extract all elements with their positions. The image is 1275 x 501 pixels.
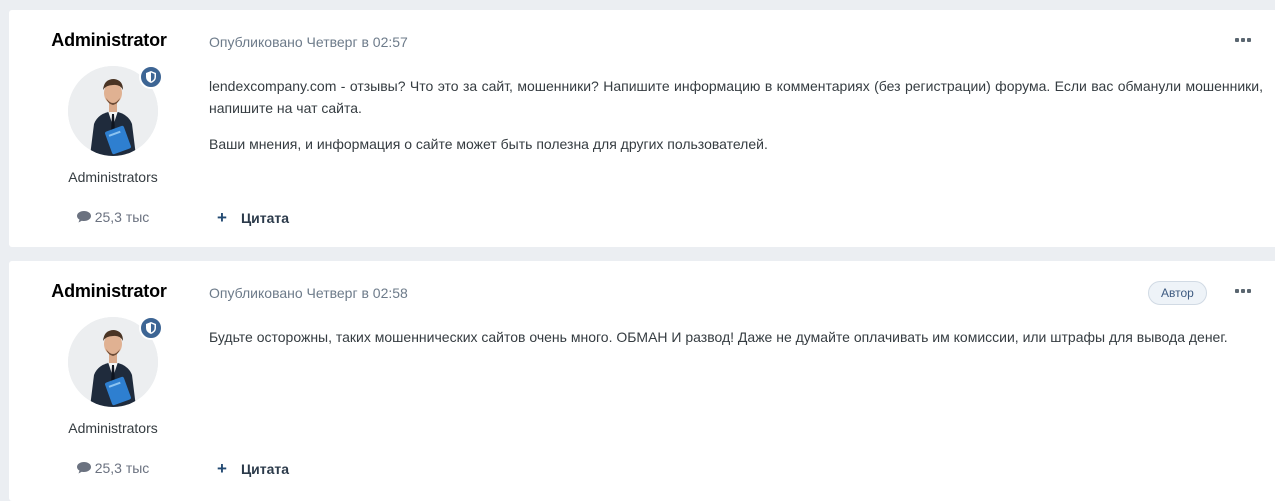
author-panel: Administrator Administrators 25,3 тыс bbox=[9, 261, 217, 501]
post-content: Будьте осторожны, таких мошеннических са… bbox=[209, 326, 1263, 362]
post-paragraph: lendexcompany.com - отзывы? Что это за с… bbox=[209, 78, 1263, 116]
post-paragraph: Ваши мнения, и информация о сайте может … bbox=[209, 136, 768, 152]
shield-icon bbox=[139, 65, 163, 89]
user-group: Administrators bbox=[68, 420, 158, 436]
speech-bubble-icon bbox=[76, 462, 91, 474]
post-count[interactable]: 25,3 тыс bbox=[9, 209, 217, 225]
shield-icon bbox=[139, 316, 163, 340]
post-count-value: 25,3 тыс bbox=[94, 460, 150, 476]
more-horizontal-icon[interactable] bbox=[1235, 32, 1251, 48]
author-name[interactable]: Administrator bbox=[9, 30, 209, 51]
post-paragraph: Будьте осторожны, таких мошеннических са… bbox=[209, 329, 1228, 345]
author-panel: Administrator Administrators 25,3 тыс bbox=[9, 10, 217, 247]
quote-button[interactable]: + Цитата bbox=[217, 459, 290, 478]
user-group: Administrators bbox=[68, 169, 158, 185]
post-content: lendexcompany.com - отзывы? Что это за с… bbox=[209, 75, 1263, 169]
quote-label: Цитата bbox=[240, 210, 290, 226]
post-count-value: 25,3 тыс bbox=[94, 209, 150, 225]
post-date[interactable]: Опубликовано Четверг в 02:58 bbox=[209, 285, 408, 301]
plus-icon: + bbox=[217, 459, 227, 478]
post-count[interactable]: 25,3 тыс bbox=[9, 460, 217, 476]
speech-bubble-icon bbox=[76, 211, 91, 223]
forum-post: Administrator Administrators 25,3 тыс Оп… bbox=[9, 261, 1275, 501]
plus-icon: + bbox=[217, 208, 227, 227]
quote-button[interactable]: + Цитата bbox=[217, 208, 290, 227]
more-horizontal-icon[interactable] bbox=[1235, 283, 1251, 299]
quote-label: Цитата bbox=[240, 461, 290, 477]
author-name[interactable]: Administrator bbox=[9, 281, 209, 302]
forum-post: Administrator Administrators 25,3 тыс Оп… bbox=[9, 10, 1275, 247]
author-badge: Автор bbox=[1148, 281, 1207, 305]
post-date[interactable]: Опубликовано Четверг в 02:57 bbox=[209, 34, 408, 50]
